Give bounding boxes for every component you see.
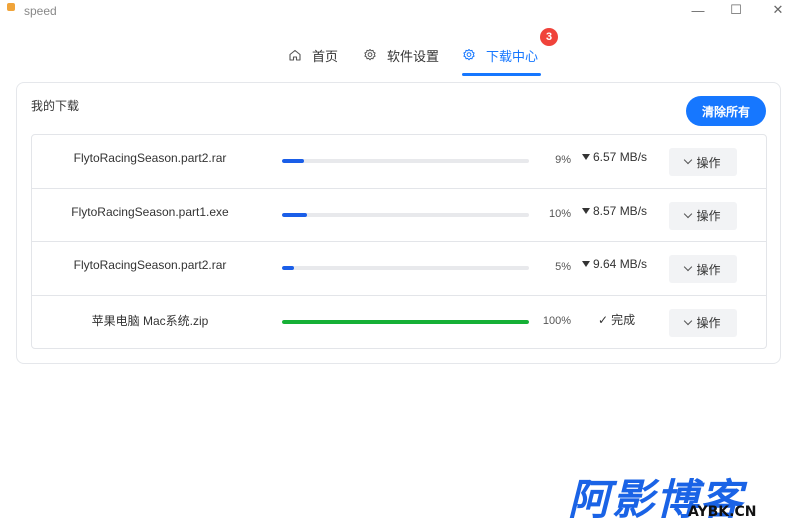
actions-dropdown-button[interactable]: 操作 — [669, 201, 737, 230]
actions-dropdown-button[interactable]: 操作 — [669, 255, 737, 283]
actions-label: 操作 — [696, 155, 721, 170]
window-title: speed — [24, 4, 57, 18]
download-row: FlytoRacingSeason.part2.rar 5% 9.64 MB/s… — [32, 242, 766, 296]
tab-home[interactable]: 首页 — [288, 36, 338, 74]
file-name: FlytoRacingSeason.part2.rar — [73, 151, 227, 165]
speed-value: 6.57 MB/s — [593, 150, 648, 164]
progress-bar — [282, 212, 529, 217]
actions-dropdown-button[interactable]: 操作 — [669, 308, 737, 337]
download-status: ✓ 完成 — [598, 311, 635, 328]
download-row: 苹果电脑 Mac系统.zip 100% ✓ 完成 操作 — [32, 296, 766, 349]
tab-settings-label: 软件设置 — [387, 48, 440, 64]
download-speed: 6.57 MB/s — [582, 150, 647, 164]
check-icon: ✓ — [598, 312, 609, 327]
downloads-panel: 我的下载 清除所有 FlytoRacingSeason.part2.rar 9%… — [16, 82, 781, 364]
progress-percent: 100% — [542, 314, 571, 327]
actions-dropdown-button[interactable]: 操作 — [669, 148, 737, 176]
progress-bar — [282, 319, 529, 324]
file-name: FlytoRacingSeason.part1.exe — [71, 204, 229, 219]
download-row: FlytoRacingSeason.part2.rar 9% 6.57 MB/s… — [32, 135, 766, 189]
speed-value: 8.57 MB/s — [593, 203, 648, 218]
download-count-badge: 3 — [540, 28, 558, 46]
download-list: FlytoRacingSeason.part2.rar 9% 6.57 MB/s… — [31, 134, 767, 349]
speed-value: 9.64 MB/s — [593, 257, 648, 271]
watermark-domain: AYBK.CN — [688, 504, 757, 520]
file-name: 苹果电脑 Mac系统.zip — [91, 313, 209, 328]
gear-icon — [463, 49, 475, 61]
chevron-down-icon — [684, 316, 693, 325]
clear-all-button[interactable]: 清除所有 — [686, 96, 766, 126]
progress-bar — [282, 266, 529, 270]
download-arrow-icon — [582, 261, 590, 267]
app-icon — [7, 3, 15, 11]
close-button[interactable]: ✕ — [760, 0, 796, 20]
minimize-button[interactable]: — — [680, 0, 716, 20]
download-arrow-icon — [582, 207, 590, 214]
tab-downloads-label: 下载中心 — [486, 48, 539, 64]
chevron-down-icon — [684, 262, 693, 272]
progress-percent: 5% — [555, 261, 571, 273]
actions-label: 操作 — [696, 209, 721, 223]
gear-icon — [364, 49, 376, 61]
status-value: 完成 — [611, 312, 636, 327]
file-name: FlytoRacingSeason.part2.rar — [73, 258, 227, 272]
download-speed: 8.57 MB/s — [582, 204, 647, 218]
maximize-button[interactable]: ☐ — [718, 0, 754, 20]
actions-label: 操作 — [696, 262, 721, 277]
progress-fill — [282, 212, 307, 217]
download-speed: 9.64 MB/s — [582, 257, 647, 271]
tab-bar: 首页 软件设置 下载中心 — [0, 36, 800, 76]
watermark-logo: 阿影博客 AYBK.CN — [568, 466, 782, 524]
download-arrow-icon — [582, 154, 590, 160]
chevron-down-icon — [684, 209, 693, 218]
progress-bar — [282, 159, 529, 163]
active-tab-indicator — [462, 73, 541, 76]
progress-fill — [282, 319, 529, 324]
progress-fill — [282, 266, 295, 270]
tab-settings[interactable]: 软件设置 — [363, 36, 439, 74]
progress-fill — [282, 159, 305, 163]
title-bar: speed — ☐ ✕ — [0, 0, 800, 22]
home-icon — [289, 49, 301, 61]
tab-home-label: 首页 — [312, 48, 339, 64]
chevron-down-icon — [684, 155, 693, 165]
progress-percent: 9% — [555, 154, 571, 166]
tab-downloads[interactable]: 下载中心 — [462, 36, 538, 74]
actions-label: 操作 — [696, 316, 721, 330]
download-row: FlytoRacingSeason.part1.exe 10% 8.57 MB/… — [32, 189, 766, 242]
progress-percent: 10% — [548, 207, 571, 220]
panel-title: 我的下载 — [31, 99, 80, 113]
